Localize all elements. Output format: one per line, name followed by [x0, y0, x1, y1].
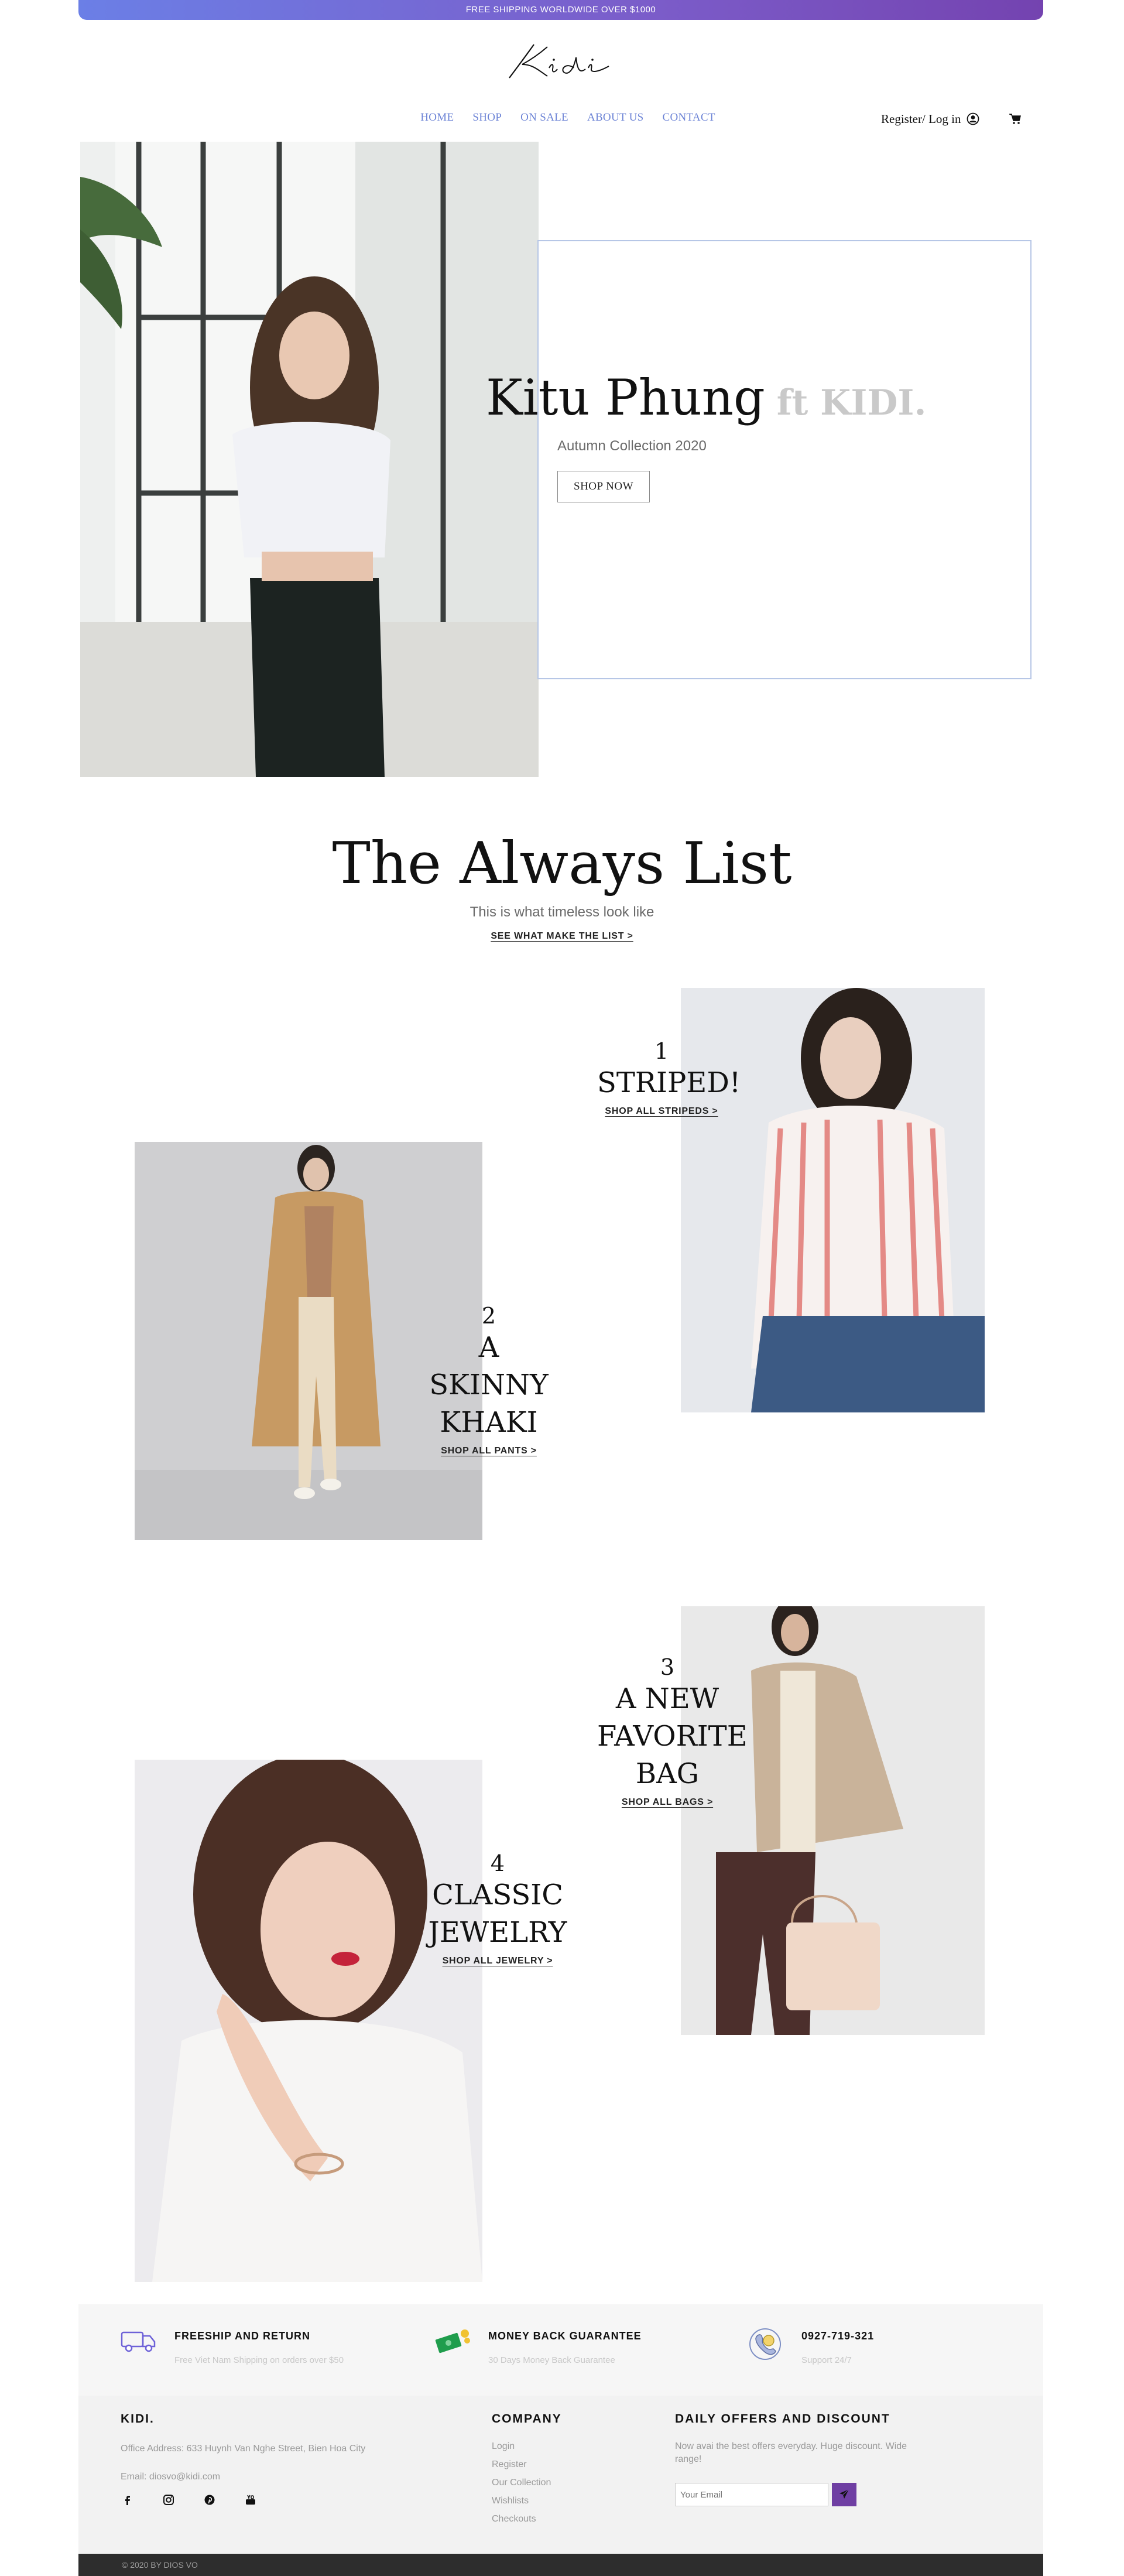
hero-frame	[537, 240, 1032, 679]
item-name-line: JEWELRY	[428, 1916, 567, 1949]
item-name: STRIPED!	[597, 1066, 741, 1099]
nav-about-us[interactable]: ABOUT US	[587, 111, 644, 128]
features-band: FREESHIP AND RETURN Free Viet Nam Shippi…	[78, 2304, 1043, 2396]
item-name-line: A NEW	[615, 1682, 719, 1715]
hero-name: Kitu Phung	[486, 369, 765, 426]
hero-ft: ft KIDI.	[776, 382, 927, 423]
item-name-line: KHAKI	[440, 1406, 538, 1439]
offers-text: Now avai the best offers everyday. Huge …	[675, 2441, 907, 2451]
footer-address: Office Address: 633 Huynh Van Nghe Stree…	[121, 2444, 366, 2454]
feature-title: FREESHIP AND RETURN	[174, 2330, 311, 2342]
cart-icon[interactable]	[1009, 113, 1022, 125]
hero-title: Kitu Phung ft KIDI.	[486, 369, 926, 426]
item-number: 2	[481, 1303, 496, 1329]
nav-on-sale[interactable]: ON SALE	[520, 111, 568, 128]
item-number: 1	[654, 1038, 669, 1064]
always-list-subtitle: This is what timeless look like	[470, 904, 654, 920]
copyright-bar: © 2020 BY DIOS VO	[78, 2554, 1043, 2576]
logo-script-graphic	[509, 44, 609, 78]
feature-freeship: FREESHIP AND RETURN Free Viet Nam Shippi…	[121, 2327, 344, 2365]
item-name-line: CLASSIC	[432, 1879, 563, 1911]
youtube-icon[interactable]	[245, 2494, 256, 2506]
item-number: 3	[660, 1654, 675, 1680]
hero-model-photo	[80, 142, 539, 777]
feature-money-back: MONEY BACK GUARANTEE 30 Days Money Back …	[434, 2327, 642, 2365]
newsletter-submit-button[interactable]	[832, 2483, 856, 2506]
instagram-icon[interactable]	[163, 2494, 174, 2506]
item-number: 4	[490, 1850, 505, 1876]
item-khaki: 2 A SKINNY KHAKI SHOP ALL PANTS >	[422, 1303, 556, 1456]
footer-email: Email: diosvo@kidi.com	[121, 2472, 221, 2482]
item-name-line: FAVORITE	[597, 1720, 748, 1753]
footer-link-collection[interactable]: Our Collection	[492, 2478, 551, 2488]
item-bag: 3 A NEW FAVORITE BAG SHOP ALL BAGS >	[597, 1654, 748, 1808]
jewelry-model-photo[interactable]	[135, 1760, 482, 2282]
item-name-line: A SKINNY	[429, 1331, 549, 1401]
item-striped: 1 STRIPED! SHOP ALL STRIPEDS >	[597, 1038, 741, 1117]
nav-contact[interactable]: CONTACT	[662, 111, 715, 128]
money-icon	[435, 2329, 470, 2353]
footer-brand: KIDI.	[121, 2412, 155, 2426]
company-links: Login Register Our Collection Wishlists …	[492, 2441, 551, 2532]
phone-icon	[749, 2328, 781, 2360]
see-list-link[interactable]: SEE WHAT MAKE THE LIST >	[491, 931, 633, 941]
feature-subtitle: Support 24/7	[801, 2355, 852, 2365]
shop-all-pants-link[interactable]: SHOP ALL PANTS >	[441, 1446, 537, 1456]
main-nav: HOME SHOP ON SALE ABOUT US CONTACT	[404, 111, 732, 128]
newsletter-email-input[interactable]	[675, 2483, 828, 2506]
offers-text-line-2: range!	[675, 2454, 702, 2464]
footer-link-checkouts[interactable]: Checkouts	[492, 2514, 551, 2524]
company-heading: COMPANY	[492, 2412, 562, 2426]
account-area: Register/ Log in	[881, 110, 1022, 128]
footer-link-login[interactable]: Login	[492, 2441, 551, 2452]
truck-icon	[121, 2331, 156, 2352]
feature-title: 0927-719-321	[801, 2330, 875, 2342]
hero-subtitle: Autumn Collection 2020	[557, 438, 707, 454]
footer-link-wishlists[interactable]: Wishlists	[492, 2496, 551, 2506]
footer: KIDI. Office Address: 633 Huynh Van Nghe…	[78, 2396, 1043, 2554]
shop-all-bags-link[interactable]: SHOP ALL BAGS >	[622, 1797, 713, 1807]
striped-shirt-photo[interactable]	[681, 988, 985, 1412]
nav-home[interactable]: HOME	[420, 111, 454, 128]
shipping-banner: FREE SHIPPING WORLDWIDE OVER $1000	[78, 0, 1043, 20]
item-jewelry: 4 CLASSIC JEWELRY SHOP ALL JEWELRY >	[427, 1850, 568, 1966]
feature-support: 0927-719-321 Support 24/7	[748, 2327, 874, 2365]
nav-shop[interactable]: SHOP	[472, 111, 502, 128]
pinterest-icon[interactable]	[204, 2494, 215, 2506]
register-login-link[interactable]: Register/ Log in	[881, 112, 961, 126]
user-icon[interactable]	[967, 112, 979, 125]
offers-heading: DAILY OFFERS AND DISCOUNT	[675, 2412, 890, 2426]
shop-all-jewelry-link[interactable]: SHOP ALL JEWELRY >	[443, 1956, 553, 1966]
kidi-logo[interactable]	[492, 34, 632, 87]
send-icon	[839, 2489, 849, 2499]
always-list-title: The Always List	[332, 830, 792, 897]
feature-subtitle: 30 Days Money Back Guarantee	[488, 2355, 615, 2365]
feature-subtitle: Free Viet Nam Shipping on orders over $5…	[174, 2355, 344, 2365]
facebook-icon[interactable]	[122, 2494, 133, 2506]
item-name-line: BAG	[635, 1757, 700, 1790]
footer-link-register[interactable]: Register	[492, 2459, 551, 2470]
shop-all-stripeds-link[interactable]: SHOP ALL STRIPEDS >	[605, 1106, 718, 1116]
feature-title: MONEY BACK GUARANTEE	[488, 2330, 642, 2342]
shop-now-button[interactable]: SHOP NOW	[557, 471, 650, 502]
